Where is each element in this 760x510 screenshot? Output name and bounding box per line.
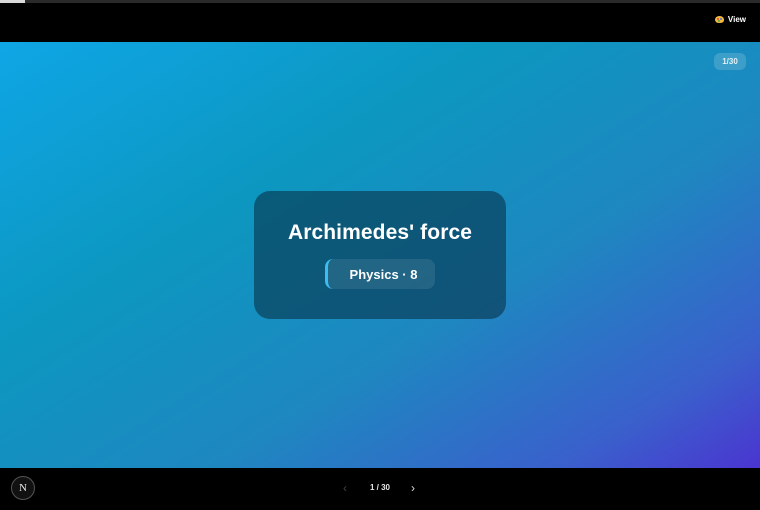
top-bar: View — [0, 3, 760, 42]
page-indicator: 1 / 30 — [369, 483, 390, 492]
chevron-right-icon[interactable]: › — [411, 480, 415, 496]
app-logo[interactable]: N — [11, 476, 35, 500]
palette-icon — [714, 15, 725, 24]
view-button[interactable]: View — [714, 12, 746, 26]
view-button-label: View — [727, 14, 746, 24]
slide-canvas: 1/30 Archimedes' force Physics · 8 — [0, 42, 760, 468]
title-card: Archimedes' force Physics · 8 — [254, 191, 506, 319]
subject-badge: Physics · 8 — [324, 259, 436, 289]
pager: ‹ 1 / 30 › — [330, 480, 430, 496]
slide-title: Archimedes' force — [287, 221, 473, 244]
slide-counter-badge: 1/30 — [714, 53, 746, 70]
bottom-bar: N ‹ 1 / 30 › — [0, 468, 760, 510]
chevron-left-icon[interactable]: ‹ — [343, 480, 347, 496]
